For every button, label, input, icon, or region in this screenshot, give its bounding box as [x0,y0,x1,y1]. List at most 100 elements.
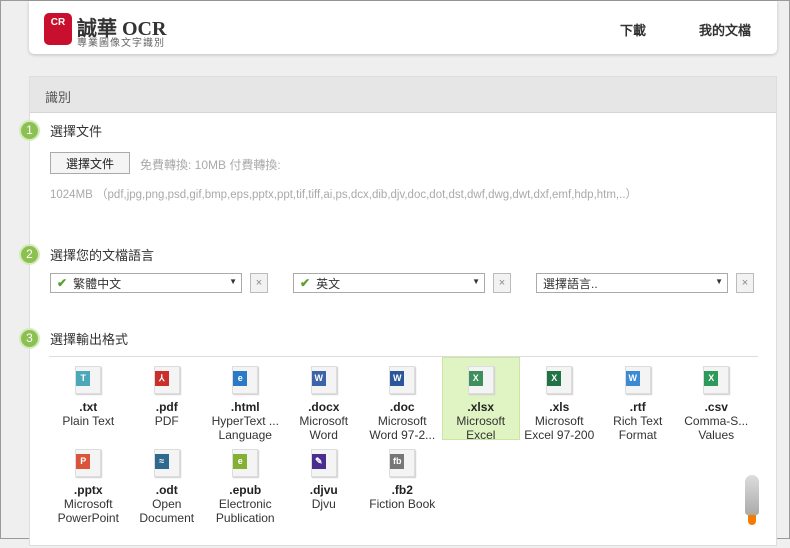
format-option-xls[interactable]: X .xls Microsoft Excel 97-200 [520,357,599,442]
step-label: 選擇文件 [50,124,103,139]
file-badge: T [76,371,91,386]
format-option-odt[interactable]: ≈ .odt Open Document [128,440,207,525]
odt-file-icon: ≈ [153,449,180,477]
file-badge: W [625,371,640,386]
clear-language-3-button[interactable]: × [736,273,754,293]
format-extension: .rtf [629,400,646,414]
format-extension: .doc [389,400,415,414]
back-to-top-rocket-icon[interactable] [745,475,759,525]
choose-file-button[interactable]: 選擇文件 [50,152,130,174]
format-extension: .epub [229,483,262,497]
djvu-file-icon: ✎ [310,449,337,477]
step-3: 3 選擇輸出格式 [19,328,128,349]
pdf-file-icon: ⅄ [153,366,180,394]
language-select-3[interactable]: 選擇語言.. ▼ [536,273,728,293]
format-extension: .xlsx [467,400,495,414]
step-label: 選擇您的文檔語言 [50,248,155,263]
format-extension: .docx [308,400,340,414]
format-option-fb2[interactable]: fb .fb2 Fiction Book [363,440,442,523]
tagline: 專業圖像文字識別 [77,38,165,49]
file-badge: X [547,371,562,386]
format-description: PDF [154,414,179,428]
logo-icon[interactable]: CR [44,13,72,45]
format-option-docx[interactable]: W .docx Microsoft Word [285,357,364,442]
step-number: 2 [19,244,40,265]
step-label: 選擇輸出格式 [50,332,129,347]
format-description: Djvu [311,497,336,511]
format-description: Microsoft Excel 97-200 [524,414,595,442]
file-badge: W [390,371,405,386]
txt-file-icon: T [75,366,102,394]
format-option-xlsx[interactable]: X .xlsx Microsoft Excel [441,357,520,442]
format-option-doc[interactable]: W .doc Microsoft Word 97-2... [363,357,442,442]
rtf-file-icon: W [624,366,651,394]
format-description: Microsoft Excel [456,414,506,442]
language-placeholder: 選擇語言.. [543,276,598,291]
format-description: HyperText ... Language [211,414,279,442]
format-extension: .pdf [155,400,178,414]
file-badge: ⅄ [154,371,169,386]
output-format-grid: T .txt Plain Text ⅄ .pdf PDF e .html Hyper… [49,356,758,548]
format-description: Comma-S... Values [684,414,749,442]
format-description: Electronic Publication [215,497,275,525]
nav-download[interactable]: 下載 [620,20,646,39]
format-extension: .txt [79,400,98,414]
format-option-txt[interactable]: T .txt Plain Text [49,357,128,440]
format-extension: .odt [155,483,178,497]
language-value: 英文 [316,276,341,291]
format-option-epub[interactable]: e .epub Electronic Publication [206,440,285,525]
check-icon: ✔ [300,276,311,290]
step-1: 1 選擇文件 [19,120,102,141]
format-description: Microsoft Word 97-2... [369,414,436,442]
format-description: Rich Text Format [613,414,663,442]
format-option-rtf[interactable]: W .rtf Rich Text Format [599,357,678,442]
dropdown-arrow-icon: ▼ [229,277,237,286]
file-badge: P [76,454,91,469]
file-badge: e [233,454,248,469]
format-option-csv[interactable]: X .csv Comma-S... Values [677,357,756,442]
language-value: 繁體中文 [73,276,122,291]
format-option-html[interactable]: e .html HyperText ... Language [206,357,285,442]
fb2-file-icon: fb [389,449,416,477]
format-description: Open Document [139,497,195,525]
language-select-1[interactable]: ✔ 繁體中文 ▼ [50,273,242,293]
csv-file-icon: X [703,366,730,394]
file-badge: X [704,371,719,386]
epub-file-icon: e [232,449,259,477]
file-badge: ≈ [154,454,169,469]
docx-file-icon: W [310,366,337,394]
size-limits: 免費轉換: 10MB 付費轉換: [140,158,281,172]
format-description: Microsoft PowerPoint [57,497,119,525]
step-number: 1 [19,120,40,141]
doc-file-icon: W [389,366,416,394]
clear-language-1-button[interactable]: × [250,273,268,293]
nav-my-documents[interactable]: 我的文檔 [699,20,751,39]
file-badge: W [311,371,326,386]
site-header: CR 誠華 OCR 專業圖像文字識別 下載 我的文檔 [29,1,777,54]
supported-formats: 1024MB （pdf,jpg,png,psd,gif,bmp,eps,pptx… [50,189,638,201]
format-extension: .html [230,400,260,414]
format-option-pptx[interactable]: P .pptx Microsoft PowerPoint [49,440,128,525]
clear-language-2-button[interactable]: × [493,273,511,293]
check-icon: ✔ [57,276,68,290]
xlsx-file-icon: X [467,366,494,394]
format-extension: .fb2 [391,483,413,497]
format-description: Microsoft Word [299,414,349,442]
file-badge: fb [390,454,405,469]
format-extension: .csv [704,400,728,414]
format-description: Plain Text [62,414,115,428]
format-description: Fiction Book [369,497,436,511]
step-2: 2 選擇您的文檔語言 [19,244,154,265]
xls-file-icon: X [546,366,573,394]
language-select-2[interactable]: ✔ 英文 ▼ [293,273,485,293]
file-badge: ✎ [311,454,326,469]
recognition-panel: 識別 1 選擇文件 選擇文件 免費轉換: 10MB 付費轉換: 1024MB （… [19,76,777,548]
format-option-pdf[interactable]: ⅄ .pdf PDF [128,357,207,440]
format-option-djvu[interactable]: ✎ .djvu Djvu [285,440,364,523]
file-badge: X [468,371,483,386]
file-badge: e [233,371,248,386]
format-extension: .pptx [73,483,103,497]
step-number: 3 [19,328,40,349]
html-file-icon: e [232,366,259,394]
dropdown-arrow-icon: ▼ [472,277,480,286]
